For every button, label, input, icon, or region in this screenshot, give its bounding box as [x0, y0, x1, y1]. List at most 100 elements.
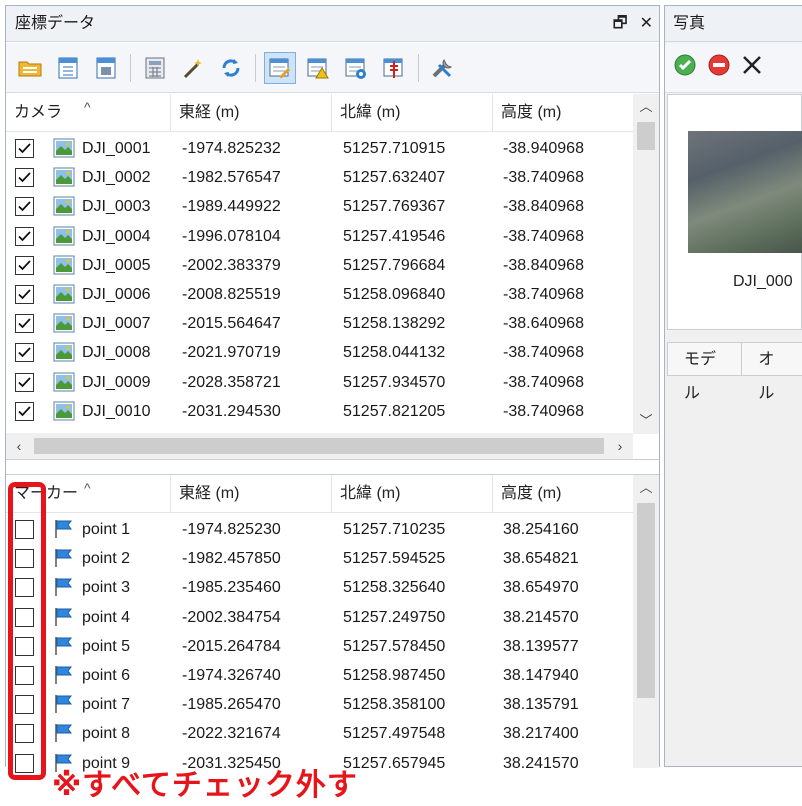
- row-east: -2021.970719: [182, 344, 281, 362]
- row-north: 51257.769367: [343, 198, 446, 216]
- edit-table-icon[interactable]: [264, 51, 296, 84]
- marker-flag-icon: [53, 665, 75, 685]
- row-name: point 4: [82, 608, 131, 626]
- image-icon: [53, 401, 75, 421]
- row-east: -2002.383379: [182, 256, 281, 274]
- row-name: point 5: [82, 637, 131, 655]
- camera-row[interactable]: DJI_0001 -1974.825232 51257.710915 -38.9409…: [6, 134, 633, 163]
- camera-table: カメラ ^ 東経 (m) 北緯 (m) 高度 (m) DJI_0001 -1974…: [6, 94, 659, 460]
- camera-table-header: カメラ ^ 東経 (m) 北緯 (m) 高度 (m): [6, 94, 633, 132]
- import-icon[interactable]: [52, 52, 84, 84]
- row-altitude: -38.940968: [503, 140, 584, 157]
- image-icon: [53, 167, 75, 187]
- row-name: point 2: [82, 550, 131, 568]
- scroll-thumb[interactable]: [637, 503, 655, 698]
- camera-row[interactable]: DJI_0002 -1982.576547 51257.632407 -38.7409…: [6, 163, 633, 192]
- tools-icon[interactable]: [427, 52, 459, 84]
- image-icon: [53, 342, 75, 362]
- row-checkbox[interactable]: [15, 314, 34, 334]
- scroll-thumb[interactable]: [34, 438, 604, 454]
- tab-ortho[interactable]: オル: [741, 342, 802, 402]
- marker-row[interactable]: point 2 -1982.457850 51257.594525 38.654821: [6, 544, 633, 573]
- image-icon: [53, 284, 75, 304]
- camera-row[interactable]: DJI_0004 -1996.078104 51257.419546 -38.7409…: [6, 222, 633, 251]
- row-checkbox[interactable]: [15, 168, 34, 188]
- column-header-north[interactable]: 北緯 (m): [332, 475, 493, 513]
- align-table-icon[interactable]: [378, 52, 410, 84]
- marker-row[interactable]: point 8 -2022.321674 51257.497548 38.217400: [6, 719, 633, 748]
- marker-row[interactable]: point 3 -1985.235460 51258.325640 38.654970: [6, 573, 633, 602]
- refresh-icon[interactable]: [215, 52, 247, 84]
- marker-row[interactable]: point 4 -2002.384754 51257.249750 38.214570: [6, 603, 633, 632]
- camera-row[interactable]: DJI_0005 -2002.383379 51257.796684 -38.8409…: [6, 251, 633, 280]
- row-checkbox[interactable]: [15, 401, 34, 421]
- column-header-altitude[interactable]: 高度 (m): [493, 475, 633, 513]
- marker-row[interactable]: point 5 -2015.264784 51257.578450 38.139577: [6, 632, 633, 661]
- camera-row[interactable]: DJI_0003 -1989.449922 51257.769367 -38.8409…: [6, 192, 633, 221]
- close-icon[interactable]: ✕: [640, 6, 653, 42]
- row-altitude: -38.740968: [503, 373, 584, 391]
- row-checkbox[interactable]: [15, 226, 34, 246]
- marker-row[interactable]: point 6 -1974.326740 51258.987450 38.147940: [6, 661, 633, 690]
- marker-flag-icon: [53, 519, 75, 539]
- row-checkbox[interactable]: [15, 284, 34, 304]
- row-east: -2008.825519: [182, 285, 281, 303]
- photo-thumbnail[interactable]: [688, 131, 802, 253]
- row-name: DJI_0004: [82, 227, 151, 245]
- camera-horizontal-scrollbar[interactable]: ‹ ›: [6, 433, 633, 459]
- column-header-camera[interactable]: カメラ ^: [6, 94, 171, 132]
- scroll-down-icon[interactable]: ﹀: [633, 408, 659, 434]
- image-icon: [53, 226, 75, 246]
- calculator-icon[interactable]: [139, 52, 171, 84]
- row-checkbox[interactable]: [15, 139, 34, 158]
- scroll-right-icon[interactable]: ›: [607, 433, 633, 459]
- row-altitude: 38.217400: [503, 725, 579, 743]
- scroll-thumb[interactable]: [637, 122, 655, 150]
- row-east: -2028.358721: [182, 373, 281, 391]
- photo-panel-tabs: モデル オル: [667, 342, 802, 402]
- row-checkbox[interactable]: [15, 197, 34, 217]
- open-folder-icon[interactable]: [14, 52, 46, 84]
- row-name: DJI_0003: [82, 198, 151, 216]
- photo-label: DJI_000: [733, 273, 793, 290]
- partial-row: [6, 424, 633, 432]
- camera-row[interactable]: DJI_0009 -2028.358721 51257.934570 -38.7409…: [6, 368, 633, 397]
- coordinates-toolbar: [6, 43, 659, 93]
- row-north: 51257.710235: [343, 521, 446, 538]
- column-header-north[interactable]: 北緯 (m): [332, 94, 493, 132]
- row-north: 51258.358100: [343, 696, 446, 714]
- camera-row[interactable]: DJI_0007 -2015.564647 51258.138292 -38.6409…: [6, 309, 633, 338]
- row-checkbox[interactable]: [15, 255, 34, 275]
- camera-row[interactable]: DJI_0006 -2008.825519 51258.096840 -38.7409…: [6, 280, 633, 309]
- row-checkbox[interactable]: [15, 343, 34, 363]
- row-name: DJI_0001: [82, 140, 151, 157]
- row-name: point 8: [82, 725, 131, 743]
- column-header-east[interactable]: 東経 (m): [171, 94, 332, 132]
- export-icon[interactable]: [90, 52, 122, 84]
- warning-table-icon[interactable]: [302, 52, 334, 84]
- tab-model[interactable]: モデル: [667, 342, 743, 402]
- row-name: point 1: [82, 521, 131, 538]
- column-header-east[interactable]: 東経 (m): [171, 475, 332, 513]
- reject-icon[interactable]: [707, 53, 731, 82]
- marker-row[interactable]: point 1 -1974.825230 51257.710235 38.254160: [6, 515, 633, 544]
- camera-row[interactable]: DJI_0008 -2021.970719 51258.044132 -38.7409…: [6, 338, 633, 367]
- wand-icon[interactable]: [177, 52, 209, 84]
- remove-icon[interactable]: [741, 54, 763, 81]
- float-window-icon[interactable]: 🗗: [613, 6, 628, 42]
- marker-rows: point 1 -1974.825230 51257.710235 38.254160…: [6, 515, 633, 778]
- row-checkbox[interactable]: [15, 372, 34, 392]
- approve-icon[interactable]: [673, 53, 697, 82]
- scroll-up-icon[interactable]: ︿: [633, 94, 659, 120]
- row-north: 51257.594525: [343, 550, 446, 568]
- camera-vertical-scrollbar[interactable]: ︿ ﹀: [633, 94, 659, 434]
- settings-table-icon[interactable]: [340, 52, 372, 84]
- row-north: 51257.821205: [343, 402, 446, 420]
- scroll-up-icon[interactable]: ︿: [633, 475, 659, 501]
- marker-row[interactable]: point 7 -1985.265470 51258.358100 38.135791: [6, 690, 633, 719]
- marker-vertical-scrollbar[interactable]: ︿: [633, 475, 659, 768]
- camera-row[interactable]: DJI_0010 -2031.294530 51257.821205 -38.7409…: [6, 397, 633, 426]
- column-header-altitude[interactable]: 高度 (m): [493, 94, 633, 132]
- scroll-left-icon[interactable]: ‹: [6, 433, 32, 459]
- checkbox-highlight-box: [8, 482, 46, 780]
